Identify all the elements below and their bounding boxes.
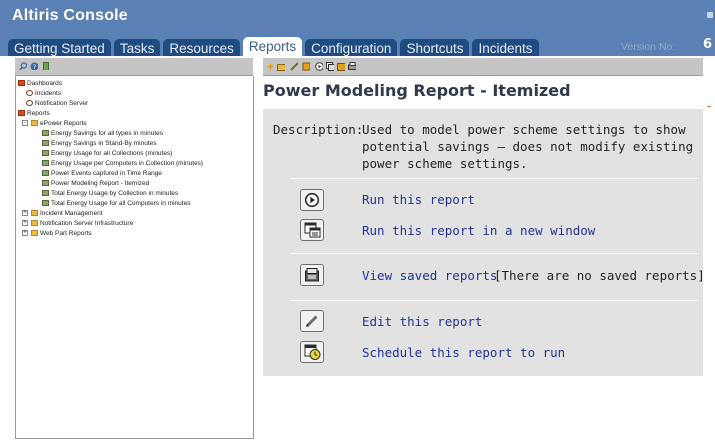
folder-icon bbox=[18, 110, 25, 116]
report-icon bbox=[42, 160, 49, 166]
version-label: Version No: bbox=[621, 41, 676, 53]
report-icon bbox=[42, 170, 49, 176]
folder-icon bbox=[31, 230, 38, 236]
version-number: 6 bbox=[703, 37, 713, 52]
separator bbox=[290, 253, 698, 254]
svg-text:?: ? bbox=[33, 64, 36, 70]
open-icon[interactable] bbox=[277, 62, 285, 71]
export-icon[interactable] bbox=[337, 62, 345, 71]
view-saved-reports-link[interactable]: View saved reports bbox=[362, 268, 497, 283]
expand-icon[interactable]: + bbox=[22, 210, 28, 216]
report-icon bbox=[42, 180, 49, 186]
tab-configuration[interactable]: Configuration bbox=[305, 39, 398, 56]
report-toolbar bbox=[263, 58, 703, 76]
tab-tasks[interactable]: Tasks bbox=[113, 39, 161, 56]
refresh-icon[interactable] bbox=[42, 62, 50, 70]
save-icon[interactable] bbox=[302, 62, 310, 71]
tree-toolbar: ? bbox=[15, 58, 253, 76]
console-window: Altiris Console Getting Started Tasks Re… bbox=[0, 0, 715, 440]
run-report-icon[interactable] bbox=[300, 189, 324, 211]
run-new-window-link[interactable]: Run this report in a new window bbox=[362, 223, 595, 238]
report-icon bbox=[42, 130, 49, 136]
clone-icon[interactable] bbox=[326, 62, 334, 71]
print-icon[interactable] bbox=[348, 62, 356, 71]
collapse-icon[interactable]: - bbox=[22, 120, 28, 126]
run-report-link[interactable]: Run this report bbox=[362, 192, 475, 207]
tab-shortcuts[interactable]: Shortcuts bbox=[400, 39, 470, 56]
app-title: Altiris Console bbox=[12, 7, 128, 24]
tab-incidents[interactable]: Incidents bbox=[472, 39, 539, 56]
tab-getting-started[interactable]: Getting Started bbox=[8, 39, 111, 56]
expand-icon[interactable]: + bbox=[22, 220, 28, 226]
dashboard-icon bbox=[26, 100, 33, 106]
description-text: Used to model power scheme settings to s… bbox=[362, 122, 694, 171]
new-icon[interactable] bbox=[266, 62, 274, 71]
description-label: Description: bbox=[273, 122, 364, 137]
expand-icon[interactable]: + bbox=[22, 230, 28, 236]
report-icon bbox=[42, 150, 49, 156]
tab-reports[interactable]: Reports bbox=[242, 37, 303, 56]
tab-resources[interactable]: Resources bbox=[163, 39, 240, 56]
report-icon bbox=[42, 200, 49, 206]
separator bbox=[290, 178, 698, 179]
schedule-report-link[interactable]: Schedule this report to run bbox=[362, 345, 565, 360]
divider-mark bbox=[707, 106, 711, 107]
folder-icon bbox=[31, 120, 38, 126]
window-menu-icon[interactable] bbox=[707, 12, 713, 18]
help-icon[interactable]: ? bbox=[30, 62, 38, 70]
saved-reports-icon[interactable] bbox=[300, 264, 324, 286]
saved-reports-note: [There are no saved reports] bbox=[494, 268, 705, 283]
folder-icon bbox=[31, 210, 38, 216]
dashboard-icon bbox=[26, 90, 33, 96]
header-bar: Altiris Console Getting Started Tasks Re… bbox=[0, 0, 715, 56]
edit-report-link[interactable]: Edit this report bbox=[362, 314, 482, 329]
report-icon bbox=[42, 140, 49, 146]
report-title: Power Modeling Report - Itemized bbox=[263, 81, 571, 100]
separator bbox=[290, 300, 698, 301]
edit-icon[interactable] bbox=[290, 62, 298, 71]
report-icon bbox=[42, 190, 49, 196]
edit-report-icon[interactable] bbox=[300, 310, 324, 332]
tab-bar: Getting Started Tasks Resources Reports … bbox=[8, 37, 542, 56]
folder-icon bbox=[31, 220, 38, 226]
run-new-window-icon[interactable] bbox=[300, 219, 324, 241]
schedule-report-icon[interactable] bbox=[300, 341, 324, 363]
folder-icon bbox=[18, 80, 25, 86]
run-icon[interactable] bbox=[315, 62, 323, 71]
search-icon[interactable] bbox=[19, 62, 27, 70]
report-tree: Dashboards Incidents Notification Server… bbox=[15, 76, 254, 439]
